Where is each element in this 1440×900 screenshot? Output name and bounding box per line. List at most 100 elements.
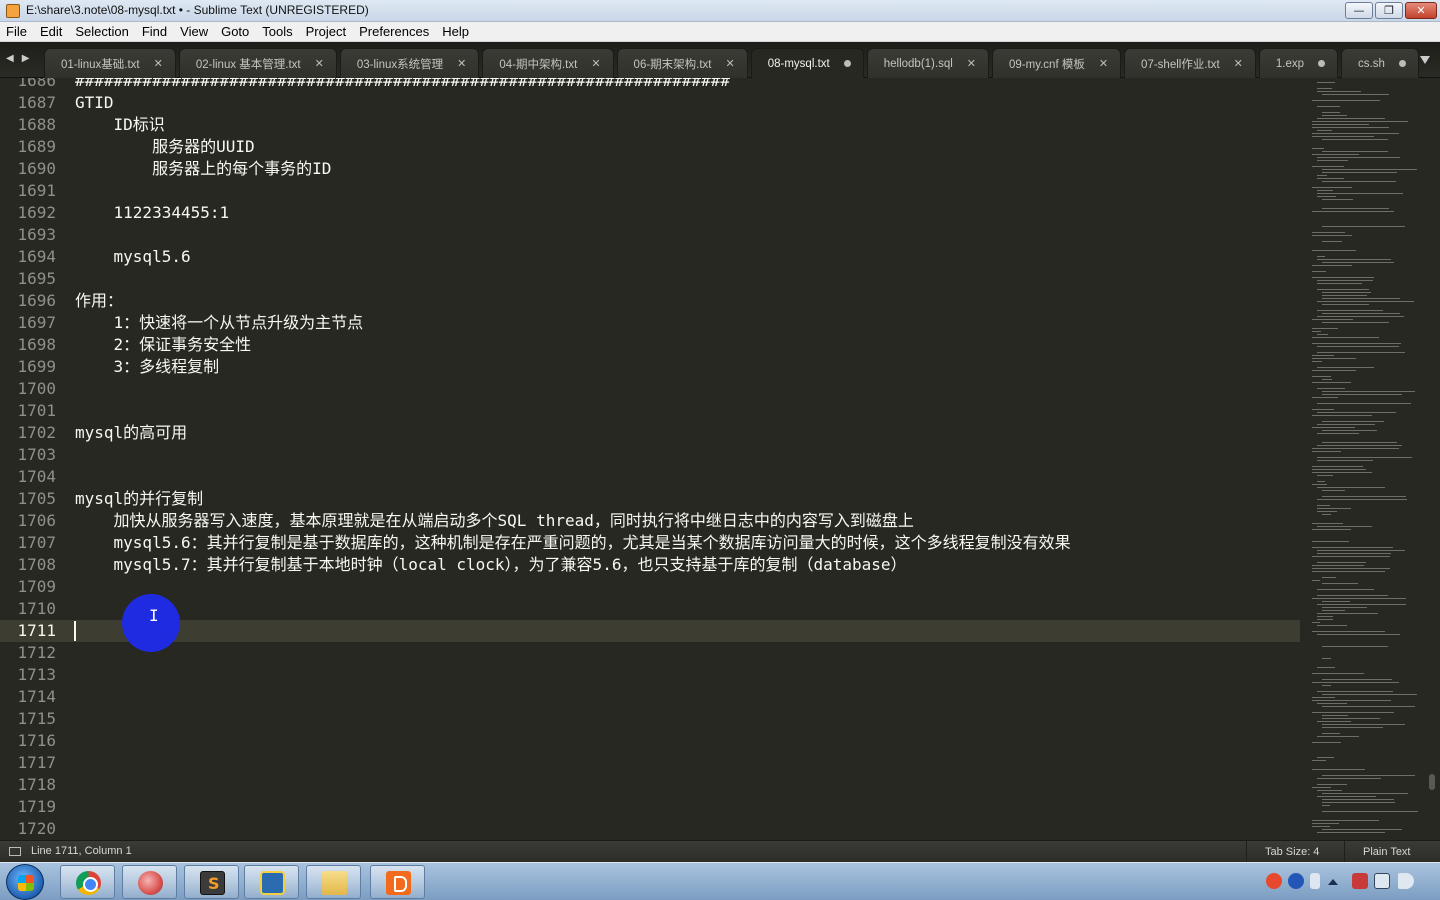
tab-7[interactable]: hellodb(1).sql ✕ (866, 48, 989, 78)
tab-label: 03-linux系统管理 (356, 58, 444, 71)
keyboard-icon[interactable] (1310, 873, 1320, 889)
menu-help[interactable]: Help (442, 24, 469, 39)
tab-close-icon[interactable]: ✕ (315, 57, 324, 70)
tab-bar: ◀ ▶ 01-linux基础.txt ✕ 02-linux 基本管理.txt ✕ 03-… (0, 42, 1440, 78)
menu-view[interactable]: View (180, 24, 208, 39)
syntax-selector[interactable]: Plain Text (1344, 841, 1429, 863)
taskbar-virtualbox[interactable] (244, 865, 299, 899)
code-line[interactable]: mysql5.6：其并行复制是基于数据库的，这种机制是存在严重问题的，尤其是当某… (75, 532, 1071, 554)
code-line[interactable]: mysql的并行复制 (75, 488, 203, 510)
tab-size-selector[interactable]: Tab Size: 4 (1246, 841, 1337, 863)
maximize-button[interactable]: ❐ (1375, 2, 1403, 19)
menu-file[interactable]: File (6, 24, 27, 39)
line-number: 1711 (17, 621, 56, 640)
line-number: 1710 (17, 599, 56, 618)
line-number: 1708 (17, 555, 56, 574)
tray-expand-icon[interactable] (1328, 879, 1338, 885)
code-line[interactable]: ID标识 (75, 114, 165, 136)
minimap-stroke (1312, 451, 1341, 452)
menu-edit[interactable]: Edit (40, 24, 62, 39)
menu-tools[interactable]: Tools (262, 24, 292, 39)
line-number: 1707 (17, 533, 56, 552)
tab-5[interactable]: 06-期末架构.txt ✕ (616, 48, 748, 78)
panel-toggle-icon[interactable] (9, 847, 21, 856)
code-line[interactable]: 作用： (75, 290, 123, 312)
minimap-stroke (1322, 715, 1348, 716)
minimap-stroke (1322, 151, 1388, 152)
minimap-stroke (1312, 154, 1359, 155)
help-icon[interactable] (1288, 873, 1304, 889)
minimap-stroke (1317, 316, 1404, 317)
tab-close-icon[interactable]: ✕ (1234, 57, 1243, 70)
code-line[interactable]: 1122334455:1 (75, 202, 230, 224)
minimap-stroke (1317, 481, 1325, 482)
menu-preferences[interactable]: Preferences (359, 24, 429, 39)
tab-6[interactable]: 08-mysql.txt (750, 48, 864, 78)
unsaved-dot-icon[interactable] (843, 60, 851, 67)
minimap-stroke (1317, 118, 1385, 119)
tab-9[interactable]: 07-shell作业.txt ✕ (1124, 48, 1256, 78)
volume-icon[interactable] (1398, 873, 1414, 889)
tab-1[interactable]: 01-linux基础.txt ✕ (44, 48, 176, 78)
tab-close-icon[interactable]: ✕ (726, 57, 735, 70)
tab-10[interactable]: 1.exp (1258, 48, 1339, 78)
code-line[interactable]: 服务器上的每个事务的ID (75, 158, 331, 180)
code-line[interactable]: mysql5.7：其并行复制基于本地时钟（local clock），为了兼容5.… (75, 554, 907, 576)
code-line[interactable]: 加快从服务器写入速度，基本原理就是在从端启动多个SQL thread，同时执行将… (75, 510, 914, 532)
menu-find[interactable]: Find (142, 24, 167, 39)
tab-close-icon[interactable]: ✕ (457, 57, 466, 70)
minimize-button[interactable]: — (1345, 2, 1373, 19)
tab-scroll-left-icon[interactable]: ◀ (6, 53, 14, 64)
taskbar-app-swirl[interactable] (122, 865, 177, 899)
unsaved-dot-icon[interactable] (1398, 60, 1406, 67)
tab-8[interactable]: 09-my.cnf 模板 ✕ (992, 48, 1122, 78)
close-button[interactable]: ✕ (1405, 2, 1437, 19)
status-bar: Line 1711, Column 1 Tab Size: 4 Plain Te… (0, 840, 1440, 863)
minimap-stroke (1317, 625, 1347, 626)
tab-close-icon[interactable]: ✕ (154, 57, 163, 70)
tab-overflow-icon[interactable] (1420, 56, 1430, 64)
swirl-app-icon (138, 871, 163, 895)
vertical-scrollbar-thumb[interactable] (1429, 774, 1435, 790)
taskbar-explorer[interactable] (306, 865, 361, 899)
security-flag-icon[interactable] (1352, 873, 1368, 889)
tab-4[interactable]: 04-期中架构.txt ✕ (482, 48, 614, 78)
taskbar-chrome[interactable] (60, 865, 115, 899)
minimap-stroke (1312, 250, 1356, 251)
minimap[interactable] (1308, 78, 1428, 840)
tab-2[interactable]: 02-linux 基本管理.txt ✕ (178, 48, 337, 78)
tab-scroll-right-icon[interactable]: ▶ (22, 53, 30, 64)
code-line[interactable]: 1：快速将一个从节点升级为主节点 (75, 312, 364, 334)
menu-goto[interactable]: Goto (221, 24, 249, 39)
tab-close-icon[interactable]: ✕ (967, 57, 976, 70)
menu-selection[interactable]: Selection (75, 24, 128, 39)
code-line[interactable]: 2：保证事务安全性 (75, 334, 252, 356)
minimap-stroke (1317, 604, 1406, 605)
tab-close-icon[interactable]: ✕ (591, 57, 600, 70)
code-line[interactable]: mysql5.6 (75, 246, 191, 268)
sogou-input-icon[interactable] (1266, 873, 1282, 889)
editor-area[interactable]: 1686 1687 1688 1689 1690 1691 1692 1693 1694 1695… (0, 78, 1440, 840)
sublime-text-icon (200, 871, 225, 895)
text-buffer[interactable]: ########################################… (75, 78, 1305, 840)
tab-label: 04-期中架构.txt (499, 58, 578, 71)
minimap-stroke (1317, 589, 1374, 590)
start-button[interactable] (6, 864, 44, 900)
tab-close-icon[interactable]: ✕ (1099, 57, 1108, 70)
code-line[interactable]: mysql的高可用 (75, 422, 187, 444)
code-line[interactable]: GTID (75, 92, 114, 114)
tab-3[interactable]: 03-linux系统管理 ✕ (339, 48, 480, 78)
taskbar-sublime[interactable] (184, 865, 239, 899)
line-number-gutter: 1686 1687 1688 1689 1690 1691 1692 1693 1694 1695… (0, 78, 62, 840)
code-line[interactable]: 服务器的UUID (75, 136, 255, 158)
code-line[interactable]: 3：多线程复制 (75, 356, 220, 378)
network-icon[interactable] (1374, 873, 1390, 889)
tab-11[interactable]: cs.sh (1341, 48, 1419, 78)
minimap-stroke (1322, 799, 1394, 800)
taskbar-presentation[interactable] (370, 865, 425, 899)
menu-project[interactable]: Project (306, 24, 346, 39)
code-line[interactable]: ########################################… (75, 78, 730, 92)
minimap-stroke (1312, 769, 1365, 770)
unsaved-dot-icon[interactable] (1318, 60, 1326, 67)
minimap-stroke (1322, 490, 1345, 491)
